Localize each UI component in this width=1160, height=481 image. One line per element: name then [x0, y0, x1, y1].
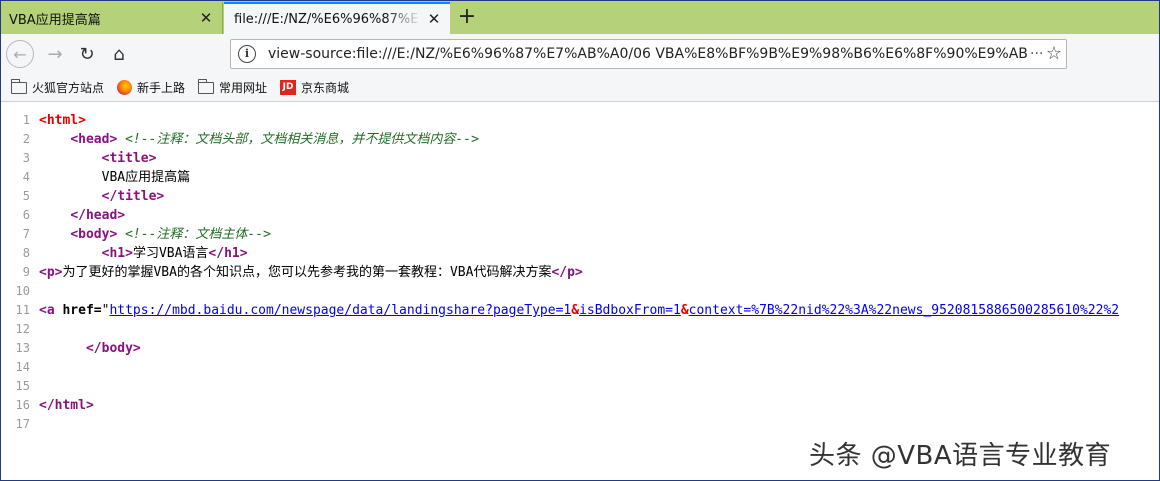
tab-vba[interactable]: VBA应用提高篇 ✕	[1, 2, 223, 34]
source-line: 15	[1, 377, 39, 396]
p-text: 为了更好的掌握VBA的各个知识点，您可以先参考我的第一套教程：VBA代码解决方案	[62, 265, 552, 280]
a-tag: <a	[39, 303, 55, 318]
line-number: 17	[15, 417, 30, 431]
tab-label: file:///E:/NZ/%E6%96%87%E7%/	[234, 11, 422, 27]
bookmark-common-urls[interactable]: 常用网址	[197, 78, 268, 96]
line-number: 10	[15, 284, 30, 298]
source-line: 12	[1, 320, 39, 339]
title-tag: <title>	[101, 151, 157, 166]
html-close-tag: </html>	[39, 398, 94, 413]
source-link[interactable]: context=%7B%22nid%22%3A%22news_952081588…	[689, 303, 1119, 318]
bookmark-star-icon[interactable]: ☆	[1046, 43, 1062, 64]
bookmark-label: 常用网址	[219, 81, 268, 95]
folder-icon	[197, 78, 215, 94]
source-line: 10	[1, 282, 39, 301]
source-line: 4 VBA应用提高篇	[1, 168, 190, 187]
bookmark-jd[interactable]: JD 京东商城	[280, 79, 349, 96]
h1-tag: <h1>	[101, 246, 133, 261]
source-line: 6 </head>	[1, 206, 125, 225]
code-comment: <!--注释：文档头部，文档相关消息，并不提供文档内容-->	[125, 132, 479, 147]
head-close-tag: </head>	[70, 208, 126, 223]
source-line: 1 <html>	[1, 111, 86, 130]
source-line: 3 <title>	[1, 149, 157, 168]
title-text: VBA应用提高篇	[101, 170, 191, 185]
bookmarks-toolbar: 火狐官方站点 新手上路 常用网址 JD 京东商城	[1, 74, 1159, 102]
line-number: 12	[15, 322, 30, 336]
line-number: 16	[15, 398, 30, 412]
source-line: 5 </title>	[1, 187, 164, 206]
firefox-icon	[117, 80, 133, 95]
line-number: 11	[15, 303, 30, 317]
watermark: 头条 @VBA语言专业教育	[809, 441, 1112, 471]
line-number: 13	[15, 341, 30, 355]
tab-view-source[interactable]: file:///E:/NZ/%E6%96%87%E7%/ ✕	[224, 2, 450, 34]
url-bar[interactable]: i view-source:file:///E:/NZ/%E6%96%87%E7…	[230, 39, 1067, 69]
browser-window: VBA应用提高篇 ✕ file:///E:/NZ/%E6%96%87%E7%/ …	[0, 0, 1160, 481]
source-link[interactable]: isBdboxFrom=1	[579, 303, 681, 318]
jd-icon: JD	[280, 80, 297, 95]
head-tag: <head>	[70, 132, 118, 147]
source-line: 2 <head> <!--注释：文档头部，文档相关消息，并不提供文档内容-->	[1, 130, 479, 149]
line-number: 5	[22, 189, 30, 203]
body-tag: <body>	[70, 227, 118, 242]
tab-label: VBA应用提高篇	[9, 12, 101, 28]
href-attribute: href=	[62, 303, 102, 318]
new-tab-button[interactable]: +	[453, 5, 481, 31]
line-number: 6	[22, 208, 30, 222]
back-button[interactable]: ←	[6, 40, 34, 68]
forward-button[interactable]: →	[41, 40, 69, 68]
page-actions-icon[interactable]: ···	[1030, 46, 1043, 62]
source-line: 14	[1, 358, 39, 377]
source-line: 9 <p>为了更好的掌握VBA的各个知识点，您可以先参考我的第一套教程：VBA代码…	[1, 263, 583, 282]
url-text[interactable]: view-source:file:///E:/NZ/%E6%96%87%E7%A…	[268, 46, 1028, 62]
bookmark-firefox-site[interactable]: 火狐官方站点	[10, 78, 105, 96]
info-icon[interactable]: i	[238, 45, 256, 63]
source-line: 17	[1, 415, 39, 434]
close-icon[interactable]: ✕	[194, 9, 218, 27]
line-number: 2	[22, 132, 30, 146]
home-button[interactable]: ⌂	[105, 40, 133, 68]
reload-button[interactable]: ↻	[73, 40, 101, 68]
p-close-tag: </p>	[551, 265, 583, 280]
navigation-bar: ← → ↻ ⌂ i view-source:file:///E:/NZ/%E6%…	[1, 34, 1159, 74]
line-number: 7	[22, 227, 30, 241]
line-number: 9	[22, 265, 30, 279]
folder-icon	[10, 78, 27, 94]
title-close-tag: </title>	[101, 189, 165, 204]
bookmark-label: 京东商城	[301, 81, 350, 95]
body-close-tag: </body>	[85, 341, 141, 356]
p-tag: <p>	[39, 265, 63, 280]
close-icon[interactable]: ✕	[422, 10, 446, 28]
h1-close-tag: </h1>	[208, 246, 248, 261]
line-number: 3	[22, 151, 30, 165]
bookmark-label: 火狐官方站点	[32, 81, 105, 95]
source-line: 8 <h1>学习VBA语言</h1>	[1, 244, 248, 263]
line-number: 14	[15, 360, 30, 374]
source-line: 11 <a href="https://mbd.baidu.com/newspag…	[1, 301, 1120, 320]
ampersand-entity: &	[680, 303, 689, 318]
h1-text: 学习VBA语言	[132, 246, 209, 261]
source-line: 7 <body> <!--注释：文档主体-->	[1, 225, 271, 244]
html-tag: <html>	[39, 113, 86, 128]
ampersand-entity: &	[571, 303, 580, 318]
source-view: 1 <html> 2 <head> <!--注释：文档头部，文档相关消息，并不提供…	[1, 108, 1159, 480]
source-link[interactable]: https://mbd.baidu.com/newspage/data/land…	[109, 303, 571, 318]
code-comment: <!--注释：文档主体-->	[125, 227, 271, 242]
line-number: 15	[15, 379, 30, 393]
source-line: 16 </html>	[1, 396, 94, 415]
line-number: 1	[22, 113, 30, 127]
bookmark-label: 新手上路	[137, 81, 186, 95]
bookmark-getting-started[interactable]: 新手上路	[117, 79, 185, 96]
line-number: 4	[22, 170, 30, 184]
line-number: 8	[22, 246, 30, 260]
source-line: 13 </body>	[1, 339, 141, 358]
tab-strip: VBA应用提高篇 ✕ file:///E:/NZ/%E6%96%87%E7%/ …	[1, 1, 1159, 34]
